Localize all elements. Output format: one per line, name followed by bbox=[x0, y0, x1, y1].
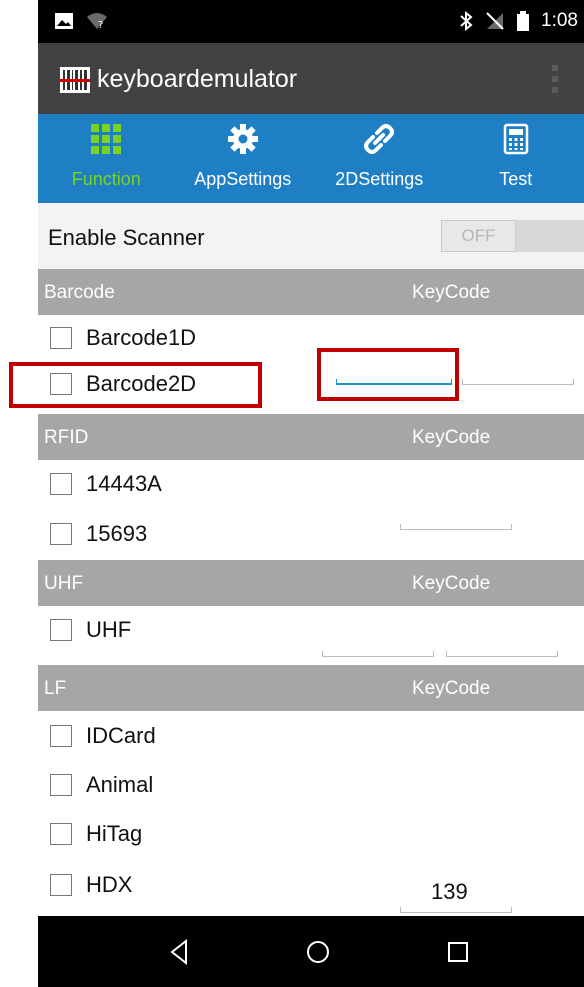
rfid-section-header: RFID KeyCode bbox=[38, 414, 584, 460]
animal-item[interactable]: Animal bbox=[50, 766, 153, 804]
calculator-icon bbox=[503, 123, 528, 155]
idcard-item[interactable]: IDCard bbox=[50, 717, 156, 755]
item-label: IDCard bbox=[86, 723, 156, 748]
tab-appsettings[interactable]: AppSettings bbox=[175, 114, 312, 203]
keycode-header: KeyCode bbox=[412, 678, 491, 699]
keycode-header: KeyCode bbox=[412, 282, 491, 303]
uhf-item[interactable]: UHF bbox=[50, 611, 131, 649]
no-signal-icon bbox=[486, 12, 504, 30]
item-label: HDX bbox=[86, 872, 133, 897]
section-title: Barcode bbox=[44, 282, 115, 303]
section-title: LF bbox=[44, 678, 67, 699]
tab-label: 2DSettings bbox=[335, 169, 424, 189]
hdx-item[interactable]: HDX bbox=[50, 866, 132, 904]
status-bar: ? 1:08 bbox=[38, 0, 584, 43]
function-panel: Enable Scanner OFF Barcode KeyCode Barco… bbox=[38, 203, 584, 916]
battery-icon bbox=[517, 11, 530, 31]
back-icon[interactable] bbox=[164, 936, 196, 968]
hitag-checkbox[interactable] bbox=[50, 823, 72, 845]
item-label: 14443A bbox=[86, 471, 162, 496]
bluetooth-icon bbox=[460, 11, 473, 31]
keycode-header: KeyCode bbox=[412, 573, 491, 594]
toggle-state: OFF bbox=[441, 220, 516, 252]
uhf-keycode-input-2[interactable] bbox=[446, 651, 558, 657]
section-title: UHF bbox=[44, 573, 84, 594]
hdx-keycode-input[interactable] bbox=[400, 907, 512, 913]
15693-checkbox[interactable] bbox=[50, 523, 72, 545]
keycode-header: KeyCode bbox=[412, 427, 491, 448]
section-title: RFID bbox=[44, 427, 89, 448]
keycode-field-highlight bbox=[317, 348, 459, 401]
image-notification-icon bbox=[55, 13, 73, 29]
navigation-bar bbox=[38, 916, 584, 987]
14443a-item[interactable]: 14443A bbox=[50, 465, 162, 503]
barcode1d-checkbox[interactable] bbox=[50, 327, 72, 349]
barcode2d-keycode-input-2[interactable] bbox=[462, 379, 574, 385]
item-label: HiTag bbox=[86, 821, 143, 846]
lf-section-header: LF KeyCode bbox=[38, 665, 584, 711]
tab-label: AppSettings bbox=[194, 169, 292, 189]
grid-icon bbox=[91, 124, 122, 154]
link-icon bbox=[364, 124, 395, 154]
15693-keycode-input[interactable] bbox=[400, 524, 512, 530]
item-label: UHF bbox=[86, 617, 132, 642]
overflow-menu-icon[interactable] bbox=[552, 65, 558, 98]
tab-label: Function bbox=[71, 169, 141, 189]
item-label: Barcode1D bbox=[86, 325, 197, 350]
enable-scanner-toggle[interactable]: OFF bbox=[441, 220, 584, 252]
enable-scanner-label: Enable Scanner bbox=[48, 225, 205, 250]
app-title: keyboardemulator bbox=[97, 65, 298, 93]
uhf-checkbox[interactable] bbox=[50, 619, 72, 641]
hitag-item[interactable]: HiTag bbox=[50, 815, 142, 853]
tab-label: Test bbox=[499, 169, 533, 189]
tab-test[interactable]: Test bbox=[448, 114, 584, 203]
idcard-checkbox[interactable] bbox=[50, 725, 72, 747]
recents-icon[interactable] bbox=[442, 936, 474, 968]
gear-icon bbox=[227, 124, 258, 154]
device-screen: ? 1:08 keyboardemulator Function AppSett… bbox=[38, 0, 584, 987]
wifi-icon: ? bbox=[87, 13, 107, 30]
home-icon[interactable] bbox=[302, 936, 334, 968]
status-time: 1:08 bbox=[541, 10, 578, 31]
tab-function[interactable]: Function bbox=[38, 114, 175, 203]
15693-item[interactable]: 15693 bbox=[50, 515, 147, 553]
tab-bar: Function AppSettings 2DSettings Test bbox=[38, 114, 584, 203]
barcode2d-highlight bbox=[9, 362, 262, 408]
uhf-keycode-input[interactable] bbox=[322, 651, 434, 657]
enable-scanner-row: Enable Scanner OFF bbox=[38, 203, 584, 269]
hdx-keycode-value[interactable]: 139 bbox=[431, 879, 468, 905]
animal-checkbox[interactable] bbox=[50, 774, 72, 796]
svg-text:?: ? bbox=[98, 20, 103, 30]
hdx-checkbox[interactable] bbox=[50, 874, 72, 896]
item-label: Animal bbox=[86, 772, 154, 797]
barcode1d-item[interactable]: Barcode1D bbox=[50, 319, 196, 357]
barcode-section-header: Barcode KeyCode bbox=[38, 269, 584, 315]
barcode-logo-icon bbox=[60, 67, 90, 93]
item-label: 15693 bbox=[86, 521, 148, 546]
uhf-section-header: UHF KeyCode bbox=[38, 560, 584, 606]
app-bar: keyboardemulator bbox=[38, 43, 584, 114]
tab-2dsettings[interactable]: 2DSettings bbox=[311, 114, 448, 203]
14443a-checkbox[interactable] bbox=[50, 473, 72, 495]
